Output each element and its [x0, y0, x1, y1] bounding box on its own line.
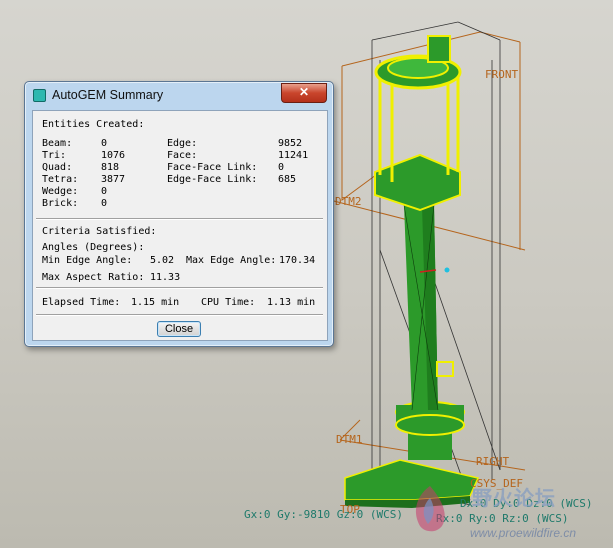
dialog-title: AutoGEM Summary: [52, 88, 164, 102]
separator: [36, 314, 323, 316]
close-button[interactable]: Close: [157, 321, 201, 337]
min-edge-angle-value: 5.02: [150, 255, 175, 266]
max-aspect-ratio-label: Max Aspect Ratio:: [42, 272, 145, 283]
dialog-titlebar[interactable]: AutoGEM Summary ✕: [25, 82, 333, 108]
face-face-link-value: 0: [278, 162, 285, 173]
datum-dtm2-label[interactable]: DTM2: [335, 195, 362, 208]
edge-face-link-label: Edge-Face Link:: [167, 174, 258, 185]
gravity-readout: Gx:0 Gy:-9810 Gz:0 (WCS): [244, 508, 403, 521]
entities-heading: Entities Created:: [42, 119, 145, 130]
close-icon[interactable]: ✕: [281, 83, 327, 103]
wedge-label: Wedge:: [42, 186, 79, 197]
elapsed-time-value: 1.15 min: [131, 297, 180, 308]
separator: [36, 287, 323, 289]
separator: [36, 218, 323, 220]
elapsed-time-label: Elapsed Time:: [42, 297, 121, 308]
autogem-summary-dialog: AutoGEM Summary ✕ Entities Created: Beam…: [24, 81, 334, 347]
edge-label: Edge:: [167, 138, 198, 149]
criteria-heading: Criteria Satisfied:: [42, 226, 157, 237]
edge-face-link-value: 685: [278, 174, 297, 185]
app-icon: [33, 89, 46, 102]
tri-label: Tri:: [42, 150, 67, 161]
min-edge-angle-label: Min Edge Angle:: [42, 255, 133, 266]
watermark-url: www.proewildfire.cn: [470, 526, 577, 540]
wedge-value: 0: [101, 186, 108, 197]
dialog-client-area: Entities Created: Beam: 0 Tri: 1076 Quad…: [32, 110, 328, 341]
max-edge-angle-value: 170.34: [279, 255, 316, 266]
mesh-model: [344, 35, 480, 508]
cpu-time-value: 1.13 min: [267, 297, 316, 308]
face-value: 11241: [278, 150, 309, 161]
tetra-label: Tetra:: [42, 174, 79, 185]
cpu-time-label: CPU Time:: [201, 297, 256, 308]
face-face-link-label: Face-Face Link:: [167, 162, 258, 173]
face-label: Face:: [167, 150, 198, 161]
brick-value: 0: [101, 198, 108, 209]
edge-value: 9852: [278, 138, 303, 149]
angles-heading: Angles (Degrees):: [42, 242, 145, 253]
brick-label: Brick:: [42, 198, 79, 209]
quad-label: Quad:: [42, 162, 73, 173]
datum-front-label[interactable]: FRONT: [485, 68, 518, 81]
beam-label: Beam:: [42, 138, 73, 149]
rotation-readout: Rx:0 Ry:0 Rz:0 (WCS): [436, 512, 569, 525]
max-edge-angle-label: Max Edge Angle:: [186, 255, 277, 266]
beam-value: 0: [101, 138, 108, 149]
datum-right-label[interactable]: RIGHT: [476, 455, 509, 468]
tetra-value: 3877: [101, 174, 126, 185]
quad-value: 818: [101, 162, 120, 173]
watermark-text: 野火论坛: [472, 488, 556, 510]
watermark-logo-icon: [415, 486, 445, 532]
max-aspect-ratio-value: 11.33: [150, 272, 181, 283]
datum-dtm1-label[interactable]: DTM1: [336, 433, 363, 446]
tri-value: 1076: [101, 150, 126, 161]
